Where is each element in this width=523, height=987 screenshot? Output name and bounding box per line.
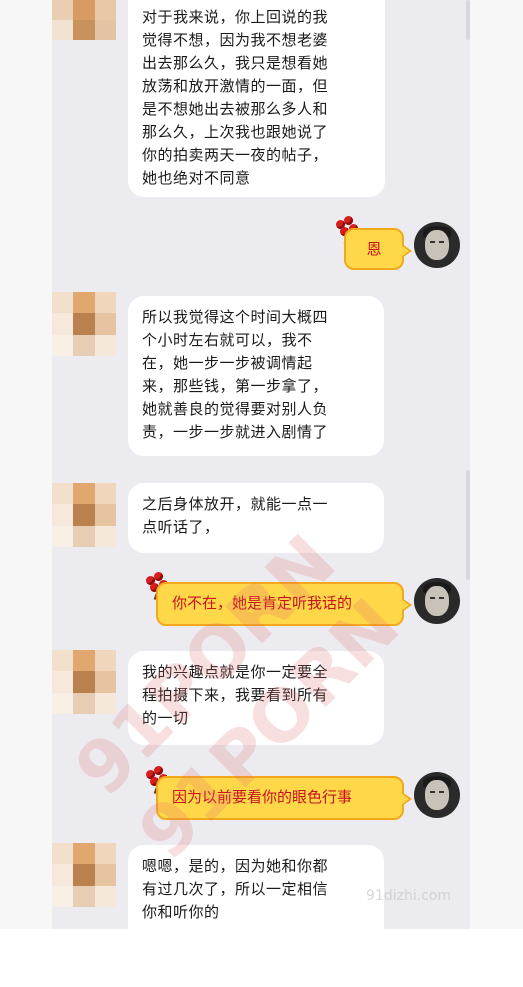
contact-avatar[interactable] bbox=[52, 650, 116, 714]
outgoing-message[interactable]: 因为以前要看你的眼色行事 bbox=[156, 776, 412, 820]
incoming-message[interactable]: 之后身体放开，就能一点一 点听话了， bbox=[128, 483, 384, 553]
contact-avatar[interactable] bbox=[52, 292, 116, 356]
scrollbar-thumb[interactable] bbox=[466, 470, 470, 580]
right-margin bbox=[470, 0, 523, 929]
contact-avatar[interactable] bbox=[52, 0, 116, 40]
incoming-message[interactable]: 我的兴趣点就是你一定要全 程拍摄下来，我要看到所有 的一切 bbox=[128, 651, 384, 745]
incoming-message[interactable]: 所以我觉得这个时间大概四 个小时左右就可以，我不 在，她一步一步被调情起 来，那… bbox=[128, 296, 384, 456]
scrollbar-thumb[interactable] bbox=[466, 0, 470, 40]
incoming-message[interactable]: 嗯嗯，是的，因为她和你都 有过几次了，所以一定相信 你和听你的 bbox=[128, 845, 384, 929]
incoming-message[interactable]: 对于我来说，你上回说的我 觉得不想，因为我不想老婆 出去那么久，我只是想看她 放… bbox=[128, 0, 385, 197]
outgoing-message[interactable]: 你不在，她是肯定听我话的 bbox=[156, 582, 412, 626]
user-avatar[interactable] bbox=[414, 578, 460, 624]
contact-avatar[interactable] bbox=[52, 843, 116, 907]
contact-avatar[interactable] bbox=[52, 483, 116, 547]
user-avatar[interactable] bbox=[414, 772, 460, 818]
user-avatar[interactable] bbox=[414, 222, 460, 268]
outgoing-message[interactable]: 恩 bbox=[344, 228, 412, 270]
left-margin bbox=[0, 0, 52, 929]
corner-watermark: 91dizhi.com bbox=[366, 888, 452, 904]
